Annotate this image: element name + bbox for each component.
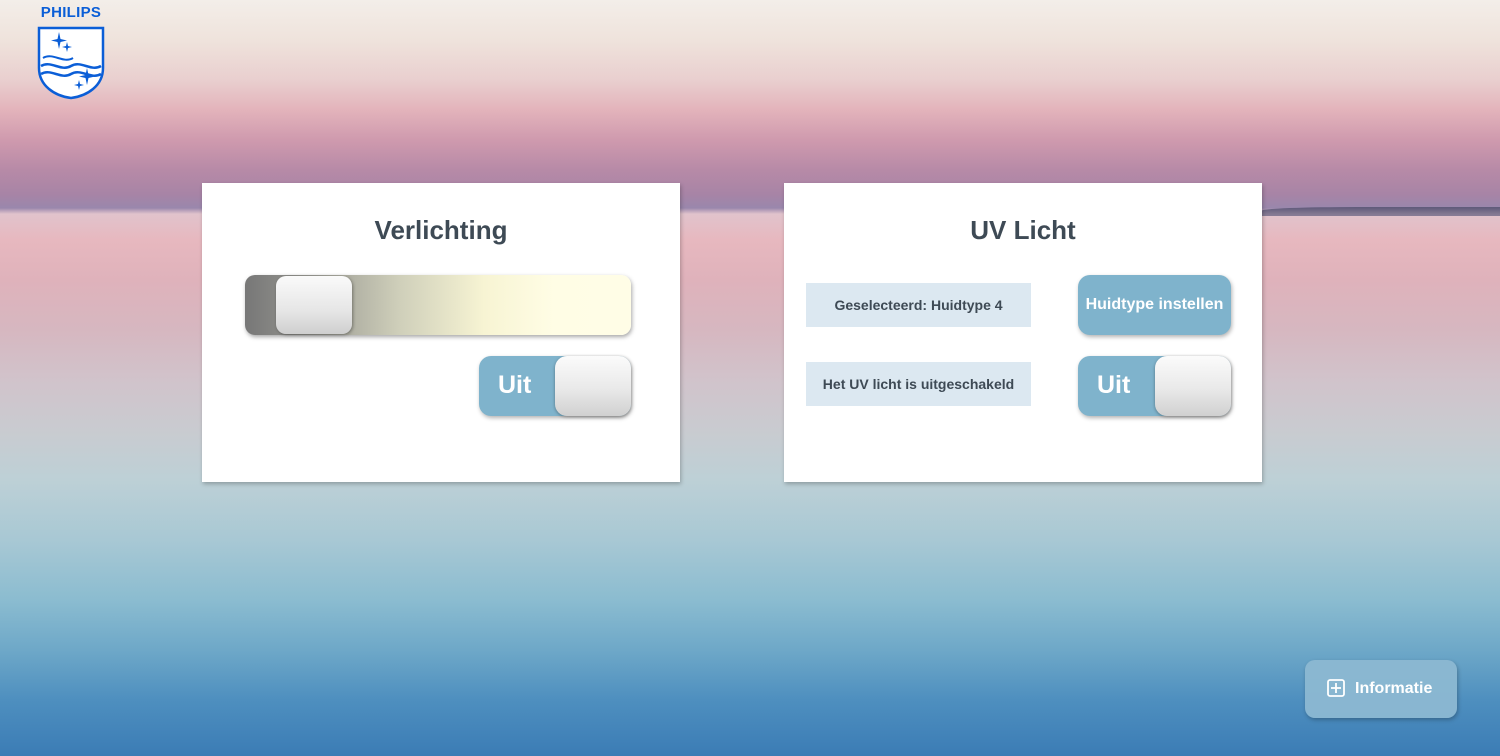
background-horizon-land [1262, 207, 1500, 216]
uv-status-text: Het UV licht is uitgeschakeld [806, 362, 1031, 406]
brightness-slider-thumb[interactable] [276, 276, 352, 334]
uv-toggle[interactable]: Uit [1078, 356, 1231, 416]
uv-panel: UV Licht Geselecteerd: Huidtype 4 Huidty… [784, 183, 1262, 482]
uv-toggle-label: Uit [1097, 371, 1131, 399]
lighting-toggle-knob[interactable] [555, 356, 631, 416]
plus-square-icon [1327, 679, 1345, 697]
brightness-slider[interactable] [245, 275, 631, 335]
uv-panel-title: UV Licht [970, 215, 1076, 245]
lighting-panel-title: Verlichting [374, 215, 508, 245]
lighting-toggle-label: Uit [498, 371, 532, 399]
philips-shield-icon [37, 26, 105, 100]
information-button-label: Informatie [1355, 680, 1433, 697]
set-skin-type-button[interactable]: Huidtype instellen [1078, 275, 1231, 335]
lighting-panel: Verlichting Uit [202, 183, 680, 482]
uv-toggle-knob[interactable] [1155, 356, 1231, 416]
philips-logo: PHILIPS [33, 0, 109, 100]
selected-skin-type-text: Geselecteerd: Huidtype 4 [806, 283, 1031, 327]
logo-wordmark: PHILIPS [40, 4, 102, 21]
lighting-toggle[interactable]: Uit [479, 356, 631, 416]
information-button[interactable]: Informatie [1305, 660, 1457, 718]
